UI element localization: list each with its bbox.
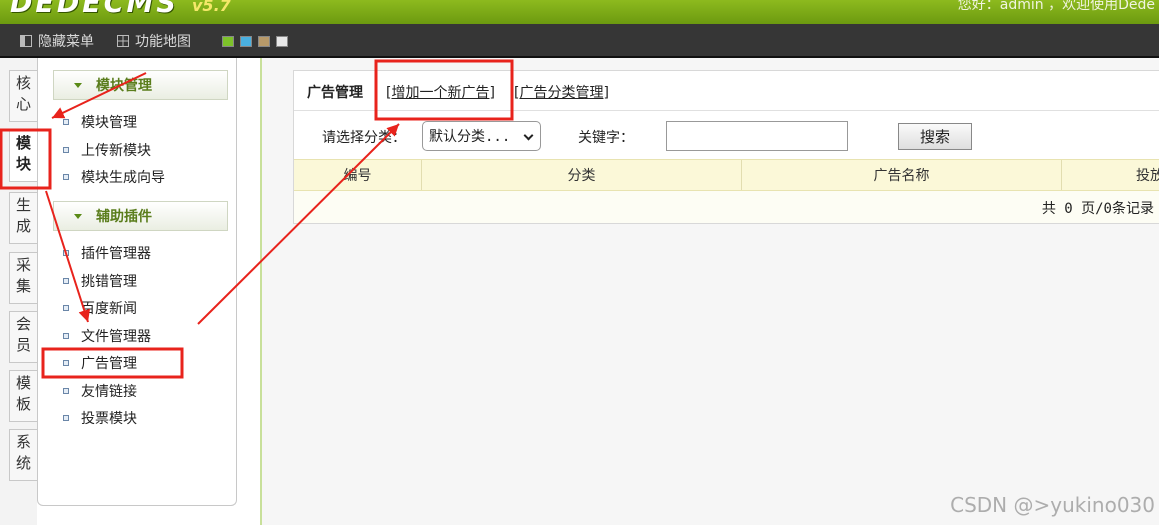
menu-item-label: 模块管理 [81, 115, 137, 131]
tab-collect[interactable]: 采集 [9, 252, 37, 304]
menu-item-label: 友情链接 [81, 384, 137, 400]
chevron-down-icon [74, 213, 82, 219]
menu-item-vote-module[interactable]: 投票模块 [63, 408, 137, 428]
col-header-placement: 投放 [1136, 168, 1159, 184]
skin-swatch-brown[interactable] [258, 36, 270, 47]
col-header-category: 分类 [422, 160, 742, 190]
skin-swatch-green[interactable] [222, 36, 234, 47]
ad-category-link[interactable]: 广告分类管理 [519, 85, 603, 101]
hide-menu-label: 隐藏菜单 [38, 34, 94, 50]
bullet-icon [63, 333, 69, 339]
welcome-text: 您好：admin ，欢迎使用Dede [957, 0, 1155, 13]
version-label: v5.7 [192, 0, 231, 15]
add-new-ad-link[interactable]: 增加一个新广告 [391, 85, 489, 101]
chevron-down-icon [74, 82, 82, 88]
page-title: 广告管理 [307, 85, 363, 101]
function-map-label: 功能地图 [135, 34, 191, 50]
bullet-icon [63, 305, 69, 311]
tab-system[interactable]: 系统 [9, 429, 37, 481]
dedecms-logo: DEDECMS [10, 0, 179, 19]
category-label: 请选择分类： [322, 130, 406, 146]
csdn-watermark: CSDN @>yukino030 [950, 493, 1155, 517]
bullet-icon [63, 388, 69, 394]
bullet-icon [63, 360, 69, 366]
bullet-icon [63, 119, 69, 125]
menu-item-baidu-news[interactable]: 百度新闻 [63, 298, 137, 318]
col-header-id: 编号 [294, 160, 422, 190]
table-header: 编号 分类 广告名称 投放 [294, 159, 1159, 191]
bullet-icon [63, 174, 69, 180]
category-select[interactable]: 默认分类... [422, 121, 541, 151]
skin-swatch-blue[interactable] [240, 36, 252, 47]
menu-item-label: 百度新闻 [81, 301, 137, 317]
category-select-value: 默认分类... [429, 129, 511, 145]
section-title: 模块管理 [96, 78, 152, 94]
menu-item-module-wizard[interactable]: 模块生成向导 [63, 167, 165, 187]
menu-item-label: 广告管理 [81, 356, 137, 372]
bullet-icon [63, 415, 69, 421]
menu-item-label: 模块生成向导 [81, 170, 165, 186]
bullet-icon [63, 147, 69, 153]
vertical-tabs: 核心 模块 生成 采集 会员 模板 系统 [0, 58, 37, 525]
menu-item-module-management[interactable]: 模块管理 [63, 112, 137, 132]
table-footer: 共 0 页/0条记录 [294, 191, 1159, 223]
menu-item-label: 插件管理器 [81, 246, 151, 262]
menu-item-label: 上传新模块 [81, 143, 151, 159]
pagination-info: 共 0 页/0条记录 [1041, 201, 1154, 217]
col-header-ad-name: 广告名称 [742, 160, 1062, 190]
tab-template[interactable]: 模板 [9, 370, 37, 422]
search-button[interactable]: 搜索 [898, 123, 972, 150]
menu-item-ad-management[interactable]: 广告管理 [63, 353, 137, 373]
menu-item-label: 挑错管理 [81, 274, 137, 290]
menu-bar: 隐藏菜单 功能地图 [0, 24, 1159, 58]
menu-item-file-manager[interactable]: 文件管理器 [63, 326, 151, 346]
keyword-label: 关键字： [578, 130, 634, 146]
menu-item-upload-module[interactable]: 上传新模块 [63, 140, 151, 160]
function-map-button[interactable]: 功能地图 [117, 32, 191, 50]
keyword-input[interactable] [666, 121, 848, 151]
menu-item-label: 投票模块 [81, 411, 137, 427]
hide-menu-button[interactable]: 隐藏菜单 [20, 32, 94, 50]
top-banner: DEDECMS v5.7 您好：admin ，欢迎使用Dede [0, 0, 1159, 24]
menu-item-friend-links[interactable]: 友情链接 [63, 381, 137, 401]
menu-item-plugin-manager[interactable]: 插件管理器 [63, 243, 151, 263]
bullet-icon [63, 278, 69, 284]
skin-swatch-gray[interactable] [276, 36, 288, 47]
section-plugins[interactable]: 辅助插件 [53, 201, 228, 231]
ad-category-link-wrapper: [广告分类管理] [514, 85, 609, 101]
chevron-down-icon [523, 130, 534, 141]
box-header: 广告管理 [增加一个新广告] [广告分类管理] [294, 71, 1159, 111]
tab-module[interactable]: 模块 [9, 130, 37, 182]
main-content: 广告管理 [增加一个新广告] [广告分类管理] 请选择分类： 默认分类... 关… [260, 58, 1159, 525]
tab-generate[interactable]: 生成 [9, 192, 37, 244]
section-title: 辅助插件 [96, 209, 152, 225]
add-ad-link-wrapper: [增加一个新广告] [386, 85, 495, 101]
tab-core[interactable]: 核心 [9, 70, 37, 122]
filter-bar: 请选择分类： 默认分类... 关键字： 搜索 [294, 111, 1159, 159]
menu-item-error-report[interactable]: 挑错管理 [63, 271, 137, 291]
section-module-management[interactable]: 模块管理 [53, 70, 228, 100]
left-menu-panel: 模块管理 模块管理 上传新模块 模块生成向导 辅助插件 插件管理器 挑错管理 百… [37, 58, 237, 506]
hide-menu-icon [20, 35, 32, 47]
bullet-icon [63, 250, 69, 256]
menu-item-label: 文件管理器 [81, 329, 151, 345]
grid-icon [117, 35, 129, 47]
ad-management-box: 广告管理 [增加一个新广告] [广告分类管理] 请选择分类： 默认分类... 关… [293, 70, 1159, 224]
tab-member[interactable]: 会员 [9, 311, 37, 363]
